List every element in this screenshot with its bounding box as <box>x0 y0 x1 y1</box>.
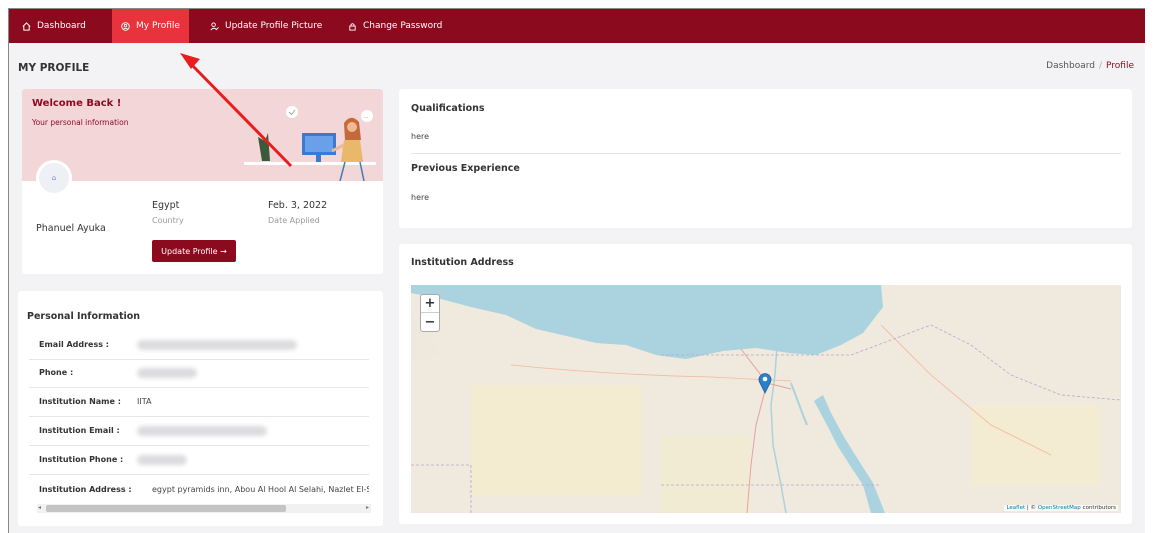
horizontal-scrollbar[interactable]: ◂ ▸ <box>37 504 371 513</box>
zoom-out-button[interactable]: − <box>421 313 439 331</box>
nav-dashboard[interactable]: Dashboard <box>18 9 90 43</box>
institution-address-value: egypt pyramids inn, Abou Al Hool Al Sela… <box>152 485 369 494</box>
country-value: Egypt <box>152 200 180 211</box>
info-row-institution-phone: Institution Phone : <box>29 446 369 475</box>
institution-address-label: Institution Address : <box>39 485 132 494</box>
attribution-separator: | © <box>1025 505 1038 511</box>
institution-phone-value-redacted <box>137 455 187 465</box>
email-label: Email Address : <box>39 340 109 349</box>
institution-email-label: Institution Email : <box>39 426 120 435</box>
lock-icon <box>349 22 356 31</box>
phone-value-redacted <box>137 368 197 378</box>
top-navbar: Dashboard My Profile Update Profile Pict… <box>9 9 1145 43</box>
qualifications-heading: Qualifications <box>411 103 485 114</box>
info-row-email: Email Address : <box>29 331 369 360</box>
info-row-institution-name: Institution Name : IITA <box>29 388 369 417</box>
zoom-in-button[interactable]: + <box>421 295 439 313</box>
info-row-phone: Phone : <box>29 359 369 388</box>
welcome-card: Welcome Back ! Your personal information… <box>22 89 383 274</box>
institution-phone-label: Institution Phone : <box>39 455 124 464</box>
date-applied-label: Date Applied <box>268 216 320 225</box>
qualifications-text: here <box>411 132 430 141</box>
experience-text: here <box>411 193 430 202</box>
breadcrumb-separator: / <box>1098 61 1103 71</box>
breadcrumb-profile: Profile <box>1106 61 1134 71</box>
app-frame: Dashboard My Profile Update Profile Pict… <box>8 8 1145 533</box>
nav-update-profile-picture-label: Update Profile Picture <box>225 21 323 31</box>
divider <box>411 153 1121 154</box>
svg-text:...: ... <box>364 114 369 120</box>
phone-label: Phone : <box>39 368 74 377</box>
nav-update-profile-picture[interactable]: Update Profile Picture <box>210 9 322 43</box>
experience-heading: Previous Experience <box>411 163 520 174</box>
welcome-title: Welcome Back ! <box>32 98 122 109</box>
nav-dashboard-label: Dashboard <box>37 21 86 31</box>
map-attribution: Leaflet | © OpenStreetMap contributors <box>1004 505 1118 511</box>
institution-name-label: Institution Name : <box>39 397 121 406</box>
breadcrumb-dashboard[interactable]: Dashboard <box>1046 61 1095 71</box>
map-zoom-control: + − <box>420 294 440 332</box>
update-profile-button[interactable]: Update Profile → <box>152 240 236 262</box>
page-title: MY PROFILE <box>18 62 90 74</box>
personal-info-heading: Personal Information <box>27 311 141 322</box>
nav-change-password[interactable]: Change Password <box>348 9 442 43</box>
nav-my-profile[interactable]: My Profile <box>112 9 189 43</box>
scroll-right-arrow-icon[interactable]: ▸ <box>366 504 369 511</box>
email-value-redacted <box>137 340 297 350</box>
info-row-institution-address: Institution Address : egypt pyramids inn… <box>29 476 369 504</box>
nav-my-profile-label: My Profile <box>136 21 180 31</box>
user-circle-icon <box>121 21 130 31</box>
date-applied-value: Feb. 3, 2022 <box>268 200 328 211</box>
user-name: Phanuel Ayuka <box>36 223 106 234</box>
institution-address-heading: Institution Address <box>411 257 514 268</box>
openstreetmap-link[interactable]: OpenStreetMap <box>1038 505 1081 511</box>
institution-email-value-redacted <box>137 426 267 436</box>
map-tiles <box>411 285 1121 513</box>
working-woman-illustration: ... <box>244 106 376 181</box>
info-row-institution-email: Institution Email : <box>29 417 369 446</box>
user-edit-icon <box>210 21 219 30</box>
welcome-banner: Welcome Back ! Your personal information… <box>22 89 383 181</box>
location-marker-icon[interactable] <box>758 372 772 394</box>
welcome-subtitle: Your personal information <box>32 118 129 127</box>
country-label: Country <box>152 216 184 225</box>
avatar: ⌂ <box>36 160 72 196</box>
leaflet-link[interactable]: Leaflet <box>1006 505 1025 511</box>
personal-info-card: Personal Information Email Address : Pho… <box>18 291 383 526</box>
home-icon <box>22 21 31 31</box>
map[interactable]: + − Leaflet | © OpenStreetMap contributo… <box>411 285 1121 513</box>
nav-change-password-label: Change Password <box>363 21 443 31</box>
breadcrumb: Dashboard / Profile <box>1046 61 1134 71</box>
institution-name-value: IITA <box>137 397 152 406</box>
attribution-tail: contributors <box>1080 505 1116 511</box>
qualifications-card: Qualifications here Previous Experience … <box>399 89 1132 228</box>
institution-address-card: Institution Address + − Leaflet | © Open… <box>399 244 1132 524</box>
scroll-left-arrow-icon[interactable]: ◂ <box>38 504 41 511</box>
scrollbar-thumb[interactable] <box>46 505 286 512</box>
